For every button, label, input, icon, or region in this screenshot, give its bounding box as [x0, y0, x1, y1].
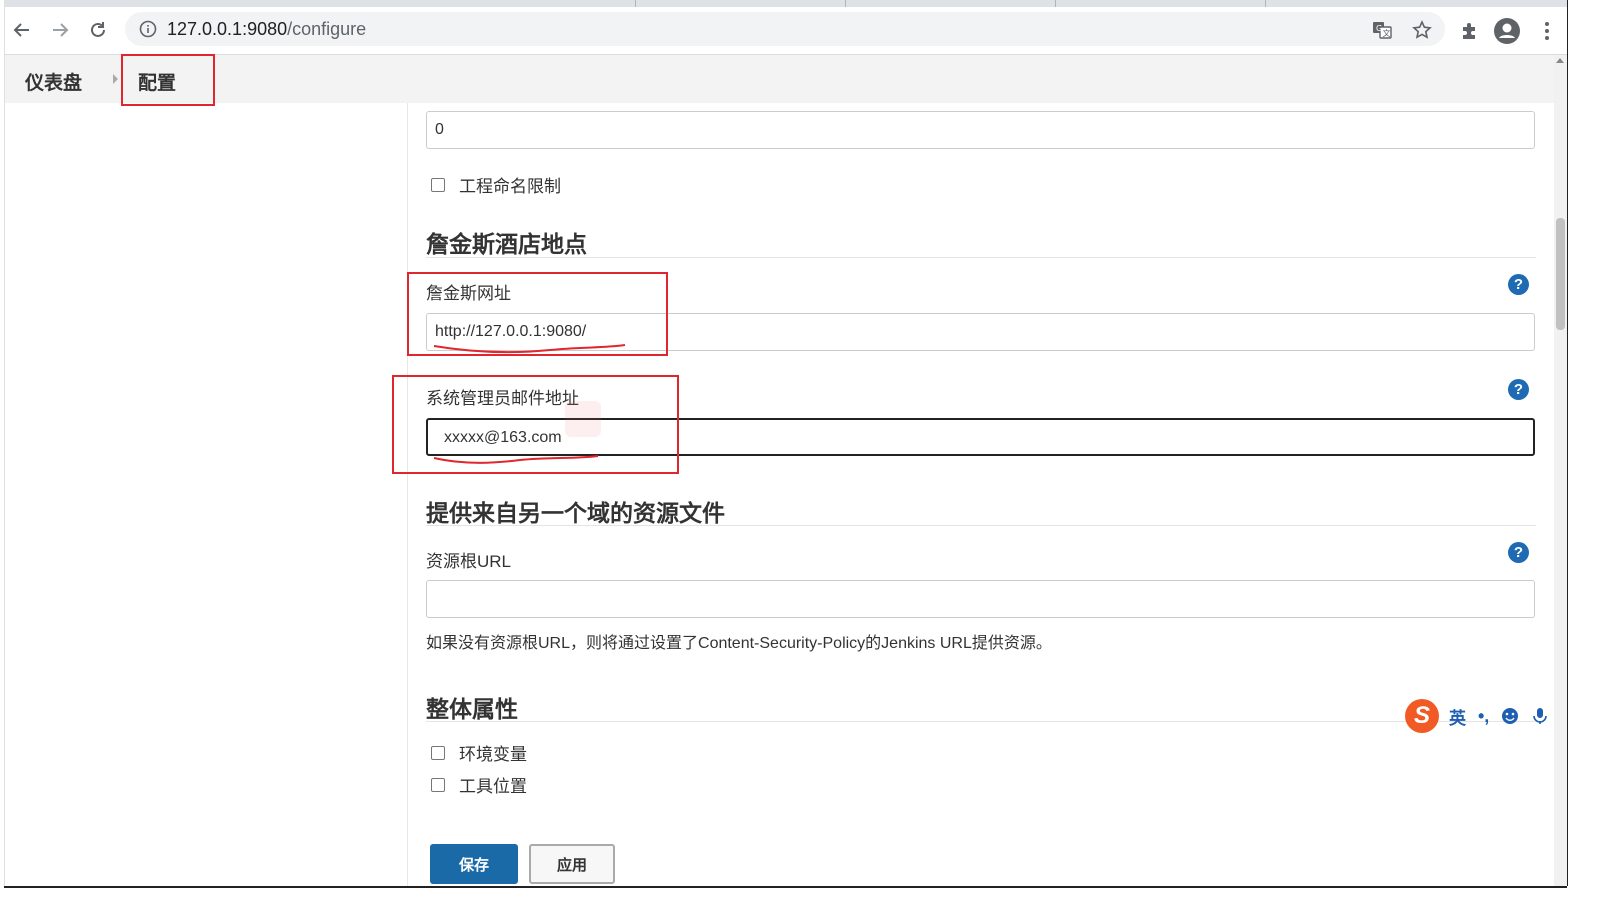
svg-text:文: 文	[1383, 28, 1391, 38]
puzzle-icon[interactable]	[1455, 17, 1483, 45]
help-icon[interactable]: ?	[1508, 542, 1529, 563]
scroll-up-arrow-icon[interactable]	[1556, 58, 1564, 63]
resource-root-url-hint: 如果没有资源根URL，则将通过设置了Content-Security-Polic…	[426, 635, 1052, 652]
tool-locations-label: 工具位置	[459, 777, 527, 796]
annotation-underline-email	[433, 455, 599, 464]
tab-divider	[1265, 0, 1266, 7]
location-section-title: 詹金斯酒店地点	[426, 231, 587, 257]
save-button[interactable]: 保存	[430, 844, 518, 884]
breadcrumb: 仪表盘 配置	[5, 55, 1567, 103]
help-icon[interactable]: ?	[1508, 379, 1529, 400]
url-path: /configure	[287, 19, 367, 39]
menu-dots-icon[interactable]	[1533, 17, 1561, 45]
breadcrumb-dashboard[interactable]: 仪表盘	[25, 68, 82, 95]
microphone-icon[interactable]	[1531, 707, 1549, 725]
forward-arrow-icon[interactable]	[47, 17, 73, 43]
help-icon[interactable]: ?	[1508, 274, 1529, 295]
star-icon[interactable]	[1412, 20, 1432, 40]
ime-punctuation[interactable]: •,	[1478, 706, 1489, 727]
top-number-input[interactable]: 0	[426, 111, 1535, 149]
project-naming-label: 工程命名限制	[459, 177, 561, 196]
address-bar[interactable]: 127.0.0.1:9080/configure G文	[125, 12, 1445, 46]
tool-locations-row[interactable]: 工具位置	[431, 772, 527, 797]
url-text[interactable]: 127.0.0.1:9080/configure	[167, 19, 366, 40]
account-icon[interactable]	[1493, 17, 1521, 45]
section-divider	[426, 721, 1536, 722]
env-vars-row[interactable]: 环境变量	[431, 740, 527, 765]
tool-locations-checkbox[interactable]	[431, 777, 445, 792]
browser-window: 127.0.0.1:9080/configure G文 仪表盘 配置 0 工程命…	[4, 0, 1568, 886]
window-bottom-border	[4, 886, 1567, 888]
project-naming-row[interactable]: 工程命名限制	[431, 172, 561, 197]
annotation-box-breadcrumb	[121, 54, 215, 106]
scrollbar-thumb[interactable]	[1556, 218, 1565, 330]
apply-button[interactable]: 应用	[529, 844, 615, 884]
breadcrumb-chevron-icon	[113, 74, 118, 84]
ime-toolbar[interactable]: S 英 •,	[1405, 697, 1565, 735]
svg-text:G: G	[1376, 24, 1382, 33]
scrollbar[interactable]	[1554, 55, 1567, 886]
sogou-logo-icon: S	[1405, 699, 1439, 733]
global-properties-title: 整体属性	[426, 696, 518, 722]
resource-section-title: 提供来自另一个域的资源文件	[426, 500, 725, 526]
env-vars-label: 环境变量	[459, 745, 527, 764]
project-naming-checkbox[interactable]	[431, 177, 445, 192]
annotation-underline-url	[433, 344, 626, 354]
tab-divider	[1055, 0, 1056, 7]
browser-toolbar: 127.0.0.1:9080/configure G文	[5, 7, 1567, 55]
url-host: 127.0.0.1:9080	[167, 19, 288, 39]
resource-root-url-label: 资源根URL	[426, 552, 512, 571]
resource-root-url-input[interactable]	[426, 580, 1535, 618]
tab-divider	[635, 0, 636, 7]
section-divider	[426, 525, 1536, 526]
back-arrow-icon[interactable]	[9, 17, 35, 43]
tab-divider	[845, 0, 846, 7]
info-icon[interactable]	[139, 20, 157, 38]
ime-mode[interactable]: 英	[1449, 704, 1466, 729]
emoji-icon[interactable]	[1501, 707, 1519, 725]
env-vars-checkbox[interactable]	[431, 745, 445, 760]
reload-icon[interactable]	[85, 17, 111, 43]
side-panel-divider	[407, 103, 408, 886]
section-divider	[426, 257, 1536, 258]
tab-strip	[5, 0, 1567, 7]
translate-icon[interactable]: G文	[1372, 20, 1392, 40]
